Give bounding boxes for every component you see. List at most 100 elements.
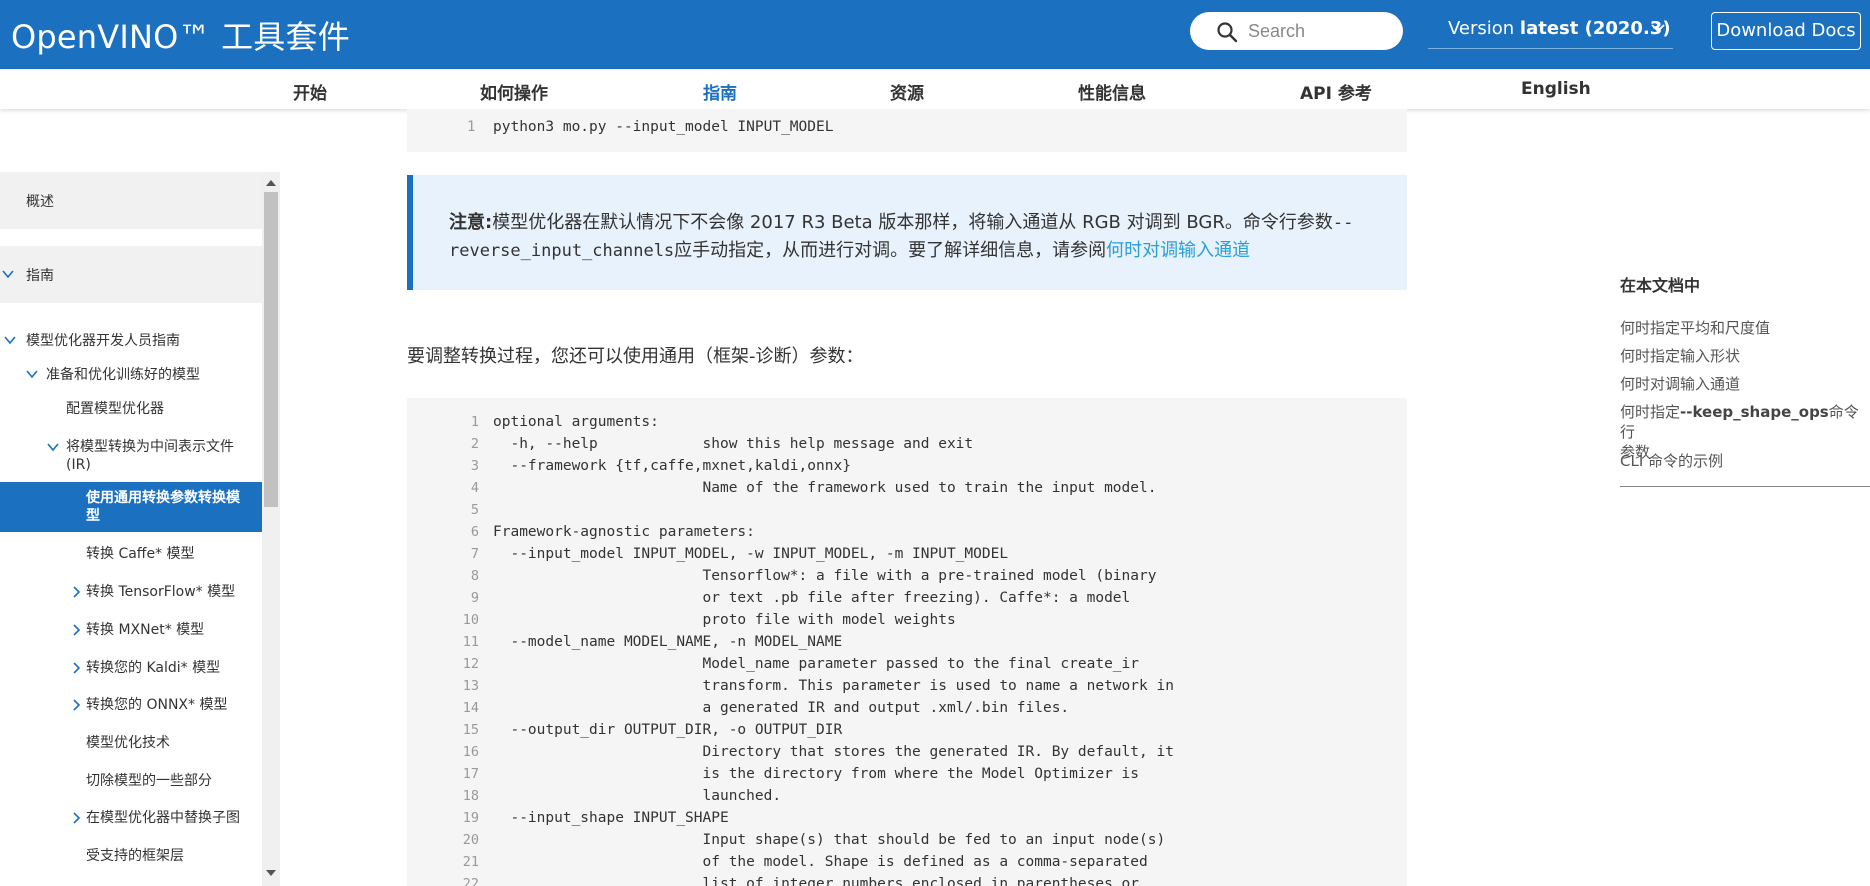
code-line: 14 a generated IR and output .xml/.bin f… [407, 698, 1407, 720]
code-text: --output_dir OUTPUT_DIR, -o OUTPUT_DIR [493, 722, 843, 738]
sidebar-item-convert-mxnet[interactable]: 转换 MXNet* 模型 [0, 619, 262, 641]
code-text: Name of the framework used to train the … [493, 480, 1157, 496]
chevron-down-icon [47, 443, 59, 452]
line-number: 1 [467, 119, 476, 135]
chevron-right-icon [73, 699, 81, 711]
code-text: list of integer numbers enclosed in pare… [493, 876, 1140, 886]
nav-item-how-to[interactable]: 如何操作 [480, 79, 548, 104]
code-line: 3 --framework {tf,caffe,mxnet,kaldi,onnx… [407, 456, 1407, 478]
sidebar-item-guides[interactable]: 指南 [0, 246, 262, 303]
chevron-right-icon [73, 586, 81, 598]
line-number: 7 [470, 546, 479, 562]
code-line: 16 Directory that stores the generated I… [407, 742, 1407, 764]
nav-item-api-reference[interactable]: API 参考 [1300, 79, 1372, 104]
nav-item-resources[interactable]: 资源 [890, 79, 924, 104]
line-number: 6 [470, 524, 479, 540]
sidebar-item-convert-onnx[interactable]: 转换您的 ONNX* 模型 [0, 694, 262, 716]
line-number: 17 [462, 766, 479, 782]
sidebar-item-mo-dev-guide[interactable]: 模型优化器开发人员指南 [0, 330, 262, 352]
sidebar-item-label: 将模型转换为中间表示文件 [66, 439, 234, 455]
toc-title: 在本文档中 [1620, 276, 1701, 295]
code-line: 6 Framework-agnostic parameters: [407, 522, 1407, 544]
sidebar-item-label-line2: (IR) [66, 457, 91, 473]
main-nav: 开始 如何操作 指南 资源 性能信息 API 参考 English [0, 69, 1870, 109]
code-text: optional arguments: [493, 414, 659, 430]
line-number: 16 [462, 744, 479, 760]
code-line: 10 proto file with model weights [407, 610, 1407, 632]
code-line: 20 Input shape(s) that should be fed to … [407, 830, 1407, 852]
line-number: 22 [462, 876, 479, 886]
code-line: 1 optional arguments: [407, 412, 1407, 434]
sidebar-item-cut-model[interactable]: 切除模型的一些部分 [0, 770, 262, 792]
sidebar-item-convert-caffe[interactable]: 转换 Caffe* 模型 [0, 543, 262, 565]
nav-item-performance[interactable]: 性能信息 [1078, 79, 1146, 104]
sidebar-item-label: 概述 [26, 194, 54, 210]
code-line: 22 list of integer numbers enclosed in p… [407, 874, 1407, 886]
code-block-command: 1 python3 mo.py --input_model INPUT_MODE… [407, 109, 1407, 152]
sidebar-item-convert-tensorflow[interactable]: 转换 TensorFlow* 模型 [0, 581, 262, 603]
sidebar-item-convert-general-params[interactable]: 使用通用转换参数转换模 型 [0, 482, 262, 532]
code-text: Directory that stores the generated IR. … [493, 744, 1174, 760]
code-text: -h, --help show this help message and ex… [493, 436, 974, 452]
sidebar-scrollbar-thumb[interactable] [264, 192, 278, 507]
sidebar-item-convert-to-ir[interactable]: 将模型转换为中间表示文件 (IR) [0, 436, 262, 476]
code-line: 8 Tensorflow*: a file with a pre-trained… [407, 566, 1407, 588]
code-text: Framework-agnostic parameters: [493, 524, 755, 540]
download-docs-button[interactable]: Download Docs [1711, 12, 1861, 50]
line-number: 19 [462, 810, 479, 826]
sidebar-item-replace-subgraph[interactable]: 在模型优化器中替换子图 [0, 807, 262, 829]
sidebar-item-optimization-techniques[interactable]: 模型优化技术 [0, 732, 262, 754]
nav-item-guides[interactable]: 指南 [703, 79, 737, 104]
line-number: 3 [470, 458, 479, 474]
toc-item-cli-examples[interactable]: CLI 命令的示例 [1620, 451, 1723, 471]
version-select[interactable]: Version latest (2020.3) [1428, 12, 1673, 49]
scroll-up-arrow-icon[interactable] [265, 178, 277, 188]
note-line-2: reverse_input_channels应手动指定，从而进行对调。要了解详细… [449, 236, 1250, 262]
line-number: 20 [462, 832, 479, 848]
code-line: 18 launched. [407, 786, 1407, 808]
toc-item-reverse-channels[interactable]: 何时对调输入通道 [1620, 374, 1740, 394]
line-number: 14 [462, 700, 479, 716]
sidebar-item-label: 指南 [26, 268, 54, 284]
line-number: 2 [470, 436, 479, 452]
chevron-right-icon [73, 812, 81, 824]
sidebar-item-supported-layers[interactable]: 受支持的框架层 [0, 845, 262, 867]
chevron-down-icon [4, 336, 16, 345]
search-input[interactable] [1248, 19, 1388, 43]
note-text-2: 应手动指定，从而进行对调。要了解详细信息，请参阅 [674, 240, 1107, 261]
code-line: 7 --input_model INPUT_MODEL, -w INPUT_MO… [407, 544, 1407, 566]
sidebar-item-overview[interactable]: 概述 [0, 172, 262, 229]
line-number: 8 [470, 568, 479, 584]
code-text: is the directory from where the Model Op… [493, 766, 1140, 782]
toc-item-bold: --keep_shape_ops [1680, 403, 1829, 421]
scroll-down-arrow-icon[interactable] [265, 868, 277, 878]
chevron-down-icon [2, 270, 14, 279]
code-line: 21 of the model. Shape is defined as a c… [407, 852, 1407, 874]
note-link-reverse-channels[interactable]: 何时对调输入通道 [1106, 240, 1250, 261]
sidebar-item-label: 切除模型的一些部分 [86, 773, 212, 789]
code-text: a generated IR and output .xml/.bin file… [493, 700, 1070, 716]
sidebar-item-convert-kaldi[interactable]: 转换您的 Kaldi* 模型 [0, 657, 262, 679]
search-box[interactable] [1190, 12, 1403, 50]
code-text: of the model. Shape is defined as a comm… [493, 854, 1148, 870]
line-number: 12 [462, 656, 479, 672]
brand-logo-text[interactable]: OpenVINO™ 工具套件 [11, 12, 350, 58]
nav-item-english[interactable]: English [1521, 79, 1591, 99]
sidebar-item-label: 准备和优化训练好的模型 [46, 367, 200, 383]
line-number: 21 [462, 854, 479, 870]
sidebar-item-label: 使用通用转换参数转换模 [86, 490, 240, 506]
chevron-down-icon [1651, 24, 1665, 33]
sidebar-item-label: 模型优化技术 [86, 735, 170, 751]
toc-item-mean-scale[interactable]: 何时指定平均和尺度值 [1620, 318, 1770, 338]
nav-item-start[interactable]: 开始 [293, 79, 327, 104]
sidebar-item-prepare-model[interactable]: 准备和优化训练好的模型 [0, 364, 262, 386]
code-text: Model_name parameter passed to the final… [493, 656, 1140, 672]
code-line: 11 --model_name MODEL_NAME, -n MODEL_NAM… [407, 632, 1407, 654]
sidebar-item-configure-mo[interactable]: 配置模型优化器 [0, 398, 262, 420]
sidebar-item-label-line2: 型 [86, 508, 100, 524]
code-line: 13 transform. This parameter is used to … [407, 676, 1407, 698]
code-text: Tensorflow*: a file with a pre-trained m… [493, 568, 1157, 584]
toc-item-input-shape[interactable]: 何时指定输入形状 [1620, 346, 1740, 366]
top-header: OpenVINO™ 工具套件 Version latest (2020.3) D… [0, 0, 1870, 69]
sidebar-item-label: 转换 Caffe* 模型 [86, 546, 195, 562]
